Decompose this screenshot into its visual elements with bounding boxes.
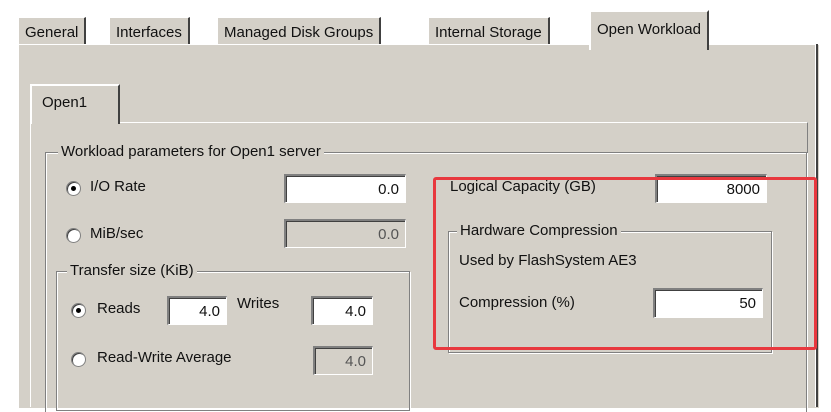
io-rate-input[interactable]: 0.0	[284, 174, 406, 203]
io-rate-label: I/O Rate	[90, 178, 146, 195]
tab-open1[interactable]: Open1	[30, 84, 120, 124]
highlight-box	[433, 177, 817, 350]
mib-sec-label: MiB/sec	[90, 225, 144, 242]
read-write-average-label: Read-Write Average	[97, 349, 232, 366]
writes-input[interactable]: 4.0	[311, 296, 373, 325]
reads-label: Reads	[97, 300, 141, 317]
io-rate-radio[interactable]	[66, 181, 81, 196]
mib-sec-input[interactable]: 0.0	[284, 219, 406, 248]
transfer-size-group: Transfer size (KiB) Reads 4.0 Writes 4.0…	[56, 262, 410, 411]
mib-sec-radio[interactable]	[66, 228, 81, 243]
writes-label: Writes	[237, 295, 280, 312]
read-write-average-input[interactable]: 4.0	[313, 346, 373, 375]
workload-parameters-title: Workload parameters for Open1 server	[58, 143, 324, 161]
reads-radio[interactable]	[71, 303, 86, 318]
tab-open-workload[interactable]: Open Workload	[589, 10, 709, 50]
transfer-size-title: Transfer size (KiB)	[67, 262, 197, 280]
read-write-average-radio[interactable]	[71, 352, 86, 367]
reads-input[interactable]: 4.0	[167, 296, 227, 325]
tab-strip: General Interfaces Managed Disk Groups I…	[14, 6, 831, 50]
